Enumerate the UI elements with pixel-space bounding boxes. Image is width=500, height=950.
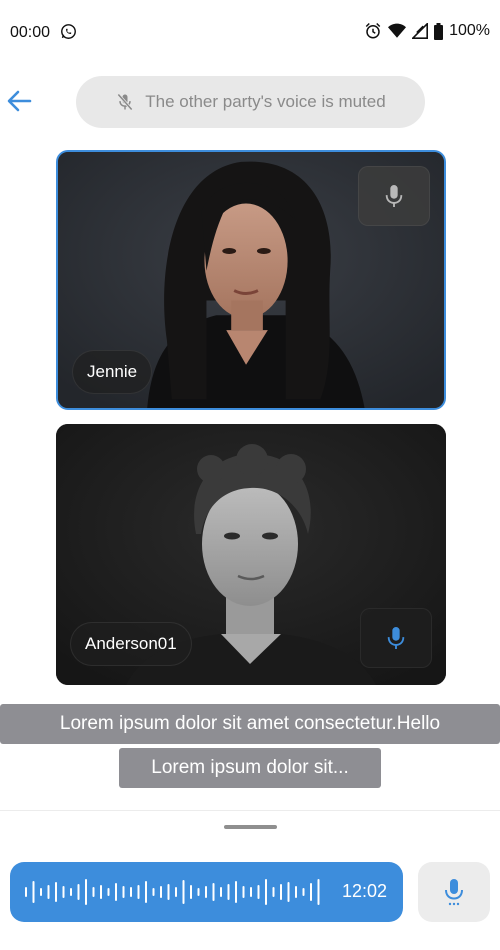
arrow-left-icon[interactable] (4, 86, 34, 116)
mic-status-button[interactable] (358, 166, 430, 226)
status-bar: 00:00 100% (0, 0, 500, 66)
alarm-icon (365, 22, 381, 39)
voice-duration: 12:02 (341, 881, 387, 901)
muted-notice-text: The other party's voice is muted (145, 92, 386, 111)
status-icons: 100% (364, 22, 490, 40)
signal-icon (412, 23, 429, 39)
subtitle-line: Lorem ipsum dolor sit... (119, 748, 381, 788)
whatsapp-icon (61, 24, 76, 39)
wifi-icon (388, 23, 407, 38)
participant-name: Anderson01 (70, 622, 192, 666)
status-time: 00:00 (10, 24, 51, 41)
battery-level: 100% (449, 22, 490, 39)
divider (0, 810, 500, 811)
video-tile-anderson01[interactable]: Anderson01 (56, 424, 446, 685)
voice-message-bar[interactable]: 12:02 (10, 862, 403, 922)
mic-status-button[interactable] (360, 608, 432, 668)
drag-handle[interactable] (224, 825, 277, 829)
participant-name: Jennie (72, 350, 153, 394)
battery-icon (434, 22, 444, 40)
mic-icon (385, 185, 403, 207)
subtitle-line: Lorem ipsum dolor sit amet consectetur.H… (0, 704, 500, 744)
mic-icon (445, 879, 463, 906)
video-tile-jennie[interactable]: Jennie (56, 150, 446, 410)
muted-notice: The other party's voice is muted (76, 76, 425, 128)
mic-off-icon (117, 93, 134, 111)
mic-button[interactable] (418, 862, 490, 922)
mic-icon (387, 627, 405, 649)
waveform-icon (25, 879, 320, 905)
